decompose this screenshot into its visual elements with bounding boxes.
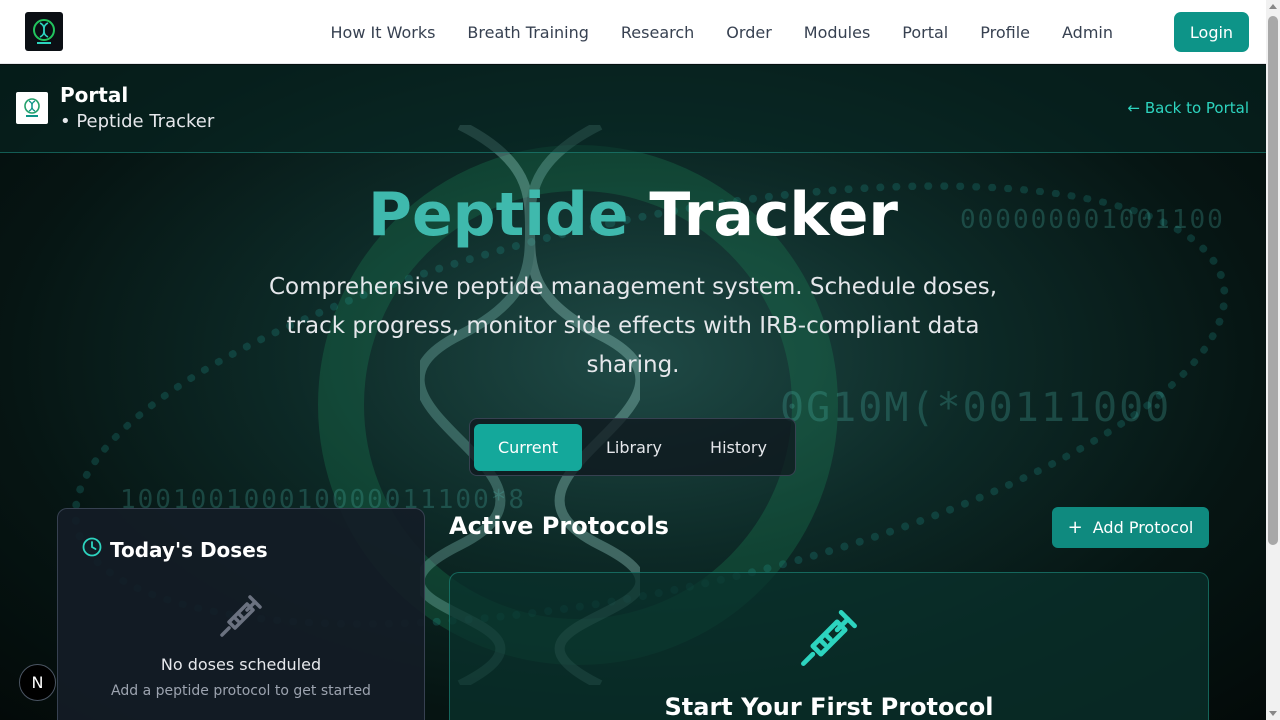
nav-portal[interactable]: Portal bbox=[902, 23, 948, 42]
page-title: Peptide Tracker bbox=[0, 180, 1266, 250]
nav-profile[interactable]: Profile bbox=[980, 23, 1030, 42]
nav-breath-training[interactable]: Breath Training bbox=[467, 23, 588, 42]
syringe-icon bbox=[801, 610, 857, 666]
nav-admin[interactable]: Admin bbox=[1062, 23, 1113, 42]
login-button[interactable]: Login bbox=[1174, 12, 1249, 52]
plus-icon: + bbox=[1067, 517, 1083, 538]
page-description: Comprehensive peptide management system.… bbox=[268, 274, 998, 378]
tab-current[interactable]: Current bbox=[474, 424, 582, 471]
brand-logo[interactable] bbox=[25, 12, 63, 51]
scroll-down-arrow-icon[interactable] bbox=[1269, 711, 1277, 716]
portal-breadcrumb: • Peptide Tracker bbox=[60, 111, 215, 132]
portal-title: Portal bbox=[60, 83, 129, 107]
logo-icon bbox=[33, 18, 55, 44]
tab-history[interactable]: History bbox=[686, 424, 791, 471]
portal-logo bbox=[16, 92, 48, 124]
add-protocol-button[interactable]: + Add Protocol bbox=[1052, 507, 1209, 548]
syringe-icon bbox=[220, 595, 262, 637]
top-navbar: How It Works Breath Training Research Or… bbox=[0, 0, 1266, 64]
nav-how-it-works[interactable]: How It Works bbox=[331, 23, 436, 42]
tab-library[interactable]: Library bbox=[586, 424, 682, 471]
dev-badge[interactable]: N bbox=[19, 664, 56, 701]
active-protocols-title: Active Protocols bbox=[449, 512, 669, 540]
todays-doses-title: Today's Doses bbox=[110, 538, 268, 562]
page-scrollbar[interactable] bbox=[1266, 0, 1280, 720]
nav-modules[interactable]: Modules bbox=[804, 23, 871, 42]
start-first-protocol-title: Start Your First Protocol bbox=[664, 693, 994, 720]
nav-research[interactable]: Research bbox=[621, 23, 694, 42]
nav-order[interactable]: Order bbox=[726, 23, 771, 42]
scroll-thumb[interactable] bbox=[1268, 16, 1278, 545]
clock-icon bbox=[82, 537, 102, 557]
add-protocol-label: Add Protocol bbox=[1092, 518, 1194, 537]
no-doses-subtitle: Add a peptide protocol to get started bbox=[111, 683, 371, 699]
no-doses-title: No doses scheduled bbox=[160, 655, 322, 674]
logo-icon bbox=[24, 98, 40, 117]
portal-subheader: Portal • Peptide Tracker ← Back to Porta… bbox=[0, 65, 1266, 153]
nav-links: How It Works Breath Training Research Or… bbox=[299, 0, 1114, 64]
bg-binary-text: 0G10M(*00111000 bbox=[780, 385, 1172, 431]
first-protocol-card: Start Your First Protocol bbox=[449, 572, 1209, 720]
scroll-up-arrow-icon[interactable] bbox=[1269, 4, 1277, 9]
tracker-tabs: Current Library History bbox=[469, 418, 796, 476]
page-title-rest: Tracker bbox=[649, 180, 898, 250]
back-to-portal-link[interactable]: ← Back to Portal bbox=[1128, 99, 1249, 117]
page-title-accent: Peptide bbox=[368, 180, 629, 250]
todays-doses-card: Today's Doses No doses scheduled Add a p… bbox=[57, 508, 425, 720]
